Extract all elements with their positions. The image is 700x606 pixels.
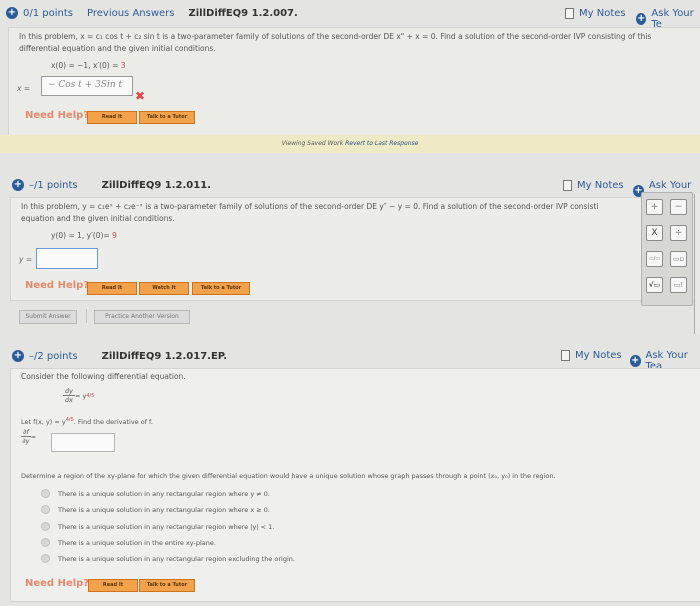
toolbar-edge [694,194,700,334]
factorial-tool-button[interactable]: ▭! [670,277,687,293]
notes-icon [565,8,574,19]
partial-fraction: ∂f ∂y [21,428,31,445]
question-1-text-line2: differential equation and the given init… [19,44,216,53]
option-entire-plane[interactable]: There is a unique solution in the entire… [41,538,216,547]
question-1-points: 0/1 points [23,7,73,19]
question-3-id: ZillDiffEQ9 1.2.017.EP. [101,350,228,362]
watch-it-button[interactable]: Watch It [139,282,189,295]
question-3-body: Consider the following differential equa… [10,368,700,602]
equation-rhs: = y [74,391,87,400]
question-1-answer-label: x = [17,84,31,93]
question-2-my-notes[interactable]: My Notes [563,180,624,191]
question-2-text-line1: In this problem, y = c₁eˣ + c₂e⁻ˣ is a t… [21,202,599,211]
fraction-numerator: ∂f [21,428,31,437]
question-1-my-notes[interactable]: My Notes [565,8,626,19]
radio-button[interactable] [41,505,50,514]
button-divider [86,309,87,323]
fraction-denominator: ∂y [22,437,30,445]
option-label: There is a unique solution in any rectan… [58,489,270,498]
read-it-button[interactable]: Read It [88,579,138,592]
read-it-button[interactable]: Read It [87,282,137,295]
question-2-points: –/1 points [29,179,78,191]
question-3-points: –/2 points [29,350,78,362]
equals-sign: = [30,432,37,441]
condition-text: x(0) = −1, x′(0) = [51,61,121,70]
my-notes-label: My Notes [575,350,622,361]
option-y-not-zero[interactable]: There is a unique solution in any rectan… [41,489,270,498]
submit-answer-button[interactable]: Submit Answer [19,310,77,324]
option-label: There is a unique solution in any rectan… [58,505,270,514]
need-help-label: Need Help? [25,578,90,589]
exponent-tool-button[interactable]: ▭▫ [670,251,687,267]
condition-text: y(0) = 1, y′(0)= [51,231,113,240]
expand-plus-icon[interactable]: + [6,7,18,19]
option-abs-y-less-one[interactable]: There is a unique solution in any rectan… [41,522,274,531]
option-label: There is a unique solution in the entire… [58,538,216,547]
question-2-conditions: y(0) = 1, y′(0)= 9 [51,231,117,240]
radio-button[interactable] [41,489,50,498]
question-1-text-line1: In this problem, x = c₁ cos t + c₂ sin t… [19,32,652,41]
talk-to-tutor-button[interactable]: Talk to a Tutor [139,111,195,124]
determine-text: Determine a region of the xy-plane for w… [21,472,556,480]
radio-button[interactable] [41,554,50,563]
expand-plus-icon[interactable]: + [12,179,24,191]
question-1-id: ZillDiffEQ9 1.2.007. [188,7,298,19]
need-help-label: Need Help? [25,110,90,121]
saved-work-bar: Viewing Saved Work Revert to Last Respon… [0,135,700,153]
need-help-label: Need Help? [25,280,90,291]
option-label: There is a unique solution in any rectan… [58,522,275,531]
read-it-button[interactable]: Read It [87,111,137,124]
question-2-id: ZillDiffEQ9 1.2.011. [101,179,211,191]
multiply-tool-button[interactable]: X [646,225,663,241]
radio-button[interactable] [41,522,50,531]
question-3-intro: Consider the following differential equa… [21,372,186,381]
condition-value: 9 [112,231,117,240]
question-2-text-line2: equation and the given initial condition… [21,214,175,223]
talk-to-tutor-button[interactable]: Talk to a Tutor [192,282,250,295]
radio-button[interactable] [41,538,50,547]
option-x-nonnegative[interactable]: There is a unique solution in any rectan… [41,505,270,514]
answer-value: − Cos t + 3Sin t [48,80,123,90]
expand-plus-icon[interactable]: + [12,350,24,362]
option-label: There is a unique solution in any rectan… [58,554,295,563]
question-1-answer-input[interactable]: − Cos t + 3Sin t [41,76,133,96]
sqrt-tool-button[interactable]: √▭ [646,277,663,293]
practice-another-version-button[interactable]: Practice Another Version [94,310,190,324]
fraction-denominator: dx [65,396,73,404]
dy-dx-fraction: dy dx [63,387,75,404]
notes-icon [561,350,570,361]
previous-answers-link[interactable]: Previous Answers [87,8,174,19]
equation-exponent: 4/5 [86,392,95,399]
revert-link[interactable]: Revert to Last Response [345,140,418,147]
minus-tool-button[interactable]: − [670,199,687,215]
fraction-tool-button[interactable]: ▭/▭ [646,251,663,267]
plus-tool-button[interactable]: + [646,199,663,215]
question-2-answer-label: y = [19,255,33,264]
my-notes-label: My Notes [579,8,626,19]
option-excluding-origin[interactable]: There is a unique solution in any rectan… [41,554,295,563]
partial-derivative-label: ∂f ∂y = [21,428,36,445]
condition-value: 3 [120,61,126,70]
fraction-numerator: dy [63,387,75,396]
question-2-body: In this problem, y = c₁eˣ + c₂e⁻ˣ is a t… [10,197,700,301]
question-1-body: In this problem, x = c₁ cos t + c₂ sin t… [8,27,700,136]
let-text-b: . Find the derivative of f. [73,418,153,427]
let-exponent: 4/5 [65,417,74,423]
let-f-text: Let f(x, y) = y4/5. Find the derivative … [21,414,153,428]
question-2-answer-input[interactable] [36,248,98,269]
differential-equation: dy dx = y 4/5 [63,387,94,404]
divide-tool-button[interactable]: ÷ [670,225,687,241]
partial-derivative-input[interactable] [51,433,115,452]
ask-plus-icon: + [630,355,641,367]
question-3-my-notes[interactable]: My Notes [561,350,622,361]
talk-to-tutor-button[interactable]: Talk to a Tutor [139,579,195,592]
incorrect-x-icon: ✖ [135,89,146,103]
let-text-a: Let f(x, y) = y [21,418,66,427]
question-1-conditions: x(0) = −1, x′(0) = 3 [51,61,126,70]
my-notes-label: My Notes [577,180,624,191]
notes-icon [563,180,572,191]
ask-plus-icon: + [636,13,647,25]
saved-work-notice: Viewing Saved Work [281,140,344,147]
math-toolbar: + − X ÷ ▭/▭ ▭▫ √▭ ▭! [641,192,693,306]
